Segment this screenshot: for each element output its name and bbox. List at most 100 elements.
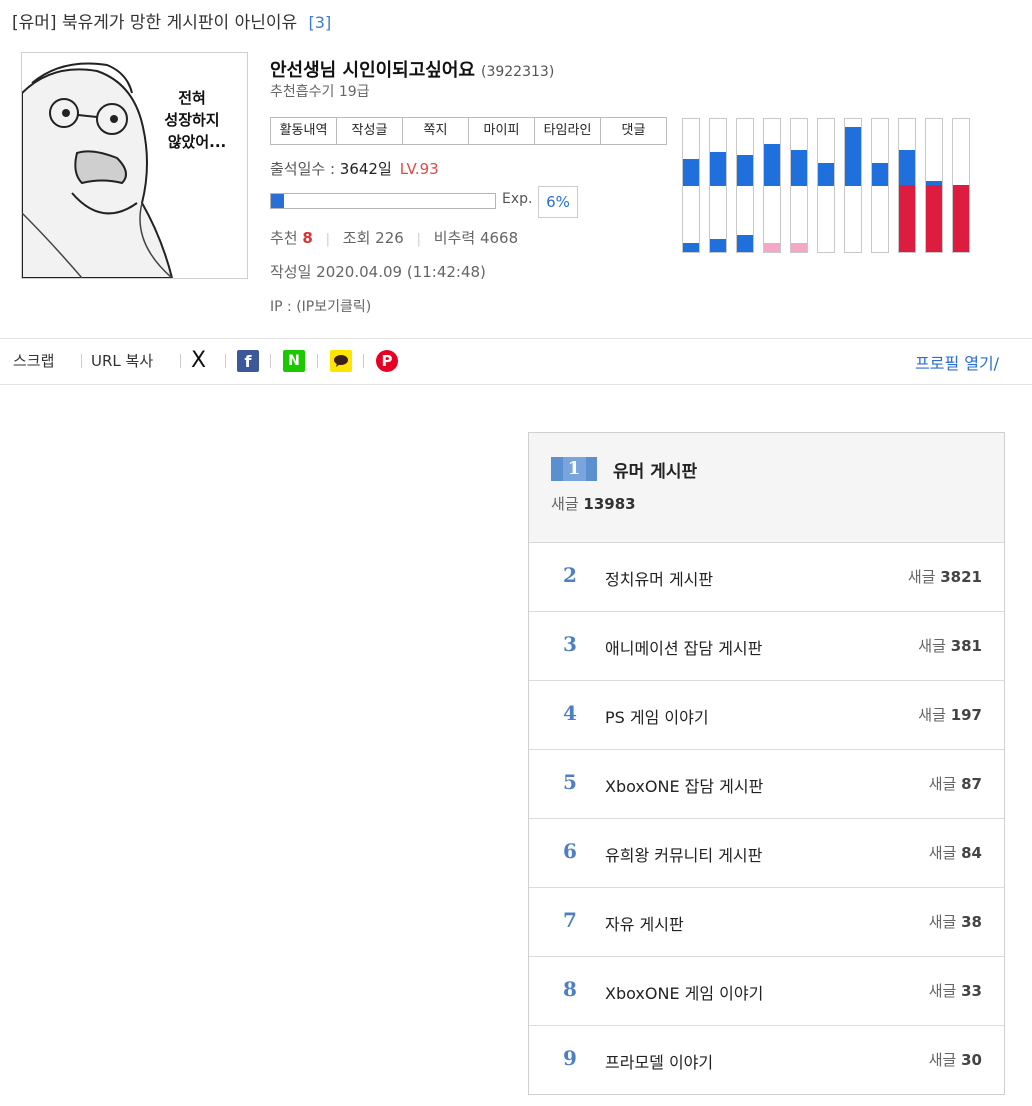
board-count-value: 3821 (940, 568, 982, 586)
board-name[interactable]: XboxONE 잡담 게시판 (605, 773, 763, 797)
url-copy-button[interactable]: URL 복사 (91, 350, 153, 371)
board-count-label: 새글 (907, 568, 936, 586)
board-count-value: 38 (961, 913, 982, 931)
x-share-icon[interactable]: X (191, 350, 213, 372)
board-rank: 9 (563, 1046, 577, 1070)
activity-column (817, 118, 835, 253)
board-new-count: 새글 30 (929, 1049, 982, 1070)
exp-percent: 6% (538, 186, 578, 218)
activity-column (763, 118, 781, 253)
activity-column (871, 118, 889, 253)
author-uid: (3922313) (481, 64, 555, 80)
board-row[interactable]: 8 XboxONE 게임 이야기 새글 33 (529, 957, 1004, 1026)
activity-bar (764, 144, 780, 186)
kakao-share-icon[interactable] (330, 350, 352, 372)
attendance: 출석일수 : 3642일 LV.93 (270, 158, 439, 179)
top-board-count: 새글 13983 (551, 493, 636, 514)
avatar-caption-line-2: 성장하지 (164, 111, 219, 129)
board-row[interactable]: 4 PS 게임 이야기 새글 197 (529, 681, 1004, 750)
board-name[interactable]: 프라모델 이야기 (605, 1049, 713, 1073)
board-count-value: 84 (961, 844, 982, 862)
activity-bar (683, 159, 699, 186)
activity-bar (872, 163, 888, 186)
board-name[interactable]: PS 게임 이야기 (605, 704, 709, 728)
post-ip[interactable]: IP : (IP보기클릭) (270, 296, 371, 316)
top-board-name[interactable]: 유머 게시판 (613, 457, 697, 482)
activity-bar (710, 239, 726, 252)
board-row[interactable]: 6 유희왕 커뮤니티 게시판 새글 84 (529, 819, 1004, 888)
pinterest-share-icon[interactable]: P (376, 350, 398, 372)
menu-comments[interactable]: 댓글 (601, 118, 666, 144)
top-board-count-label: 새글 (551, 495, 579, 513)
profile-open-link[interactable]: 프로필 열기/ (915, 350, 999, 374)
share-separator (270, 354, 271, 368)
board-rank: 8 (563, 977, 577, 1001)
recommend-label: 추천 (270, 229, 298, 247)
views-value: 226 (375, 229, 404, 247)
board-row[interactable]: 5 XboxONE 잡담 게시판 새글 87 (529, 750, 1004, 819)
board-count-label: 새글 (928, 1051, 957, 1069)
activity-column (898, 118, 916, 253)
avatar-caption-line-1: 전혀 (178, 89, 206, 107)
author-nickname[interactable]: 안선생님 시인이되고싶어요 (3922313) (270, 56, 554, 82)
post-title: [유머] 북유게가 망한 게시판이 아닌이유 [3] (12, 8, 331, 33)
activity-bar (899, 185, 915, 252)
menu-message[interactable]: 쪽지 (403, 118, 469, 144)
avatar[interactable]: 전혀 성장하지 않았어... (21, 52, 248, 279)
share-separator (81, 354, 82, 368)
scrap-button[interactable]: 스크랩 (13, 350, 54, 371)
board-new-count: 새글 197 (918, 704, 982, 725)
activity-bar (764, 243, 780, 252)
activity-column (925, 118, 943, 253)
activity-bar (953, 185, 969, 252)
board-name[interactable]: 자유 게시판 (605, 911, 684, 935)
recommend-value: 8 (302, 229, 313, 247)
rank-badge-number: 1 (562, 457, 586, 481)
board-ranking: 1 유머 게시판 새글 13983 2 정치유머 게시판 새글 3821 3 애니메이션… (528, 432, 1005, 1095)
profile-menu: 활동내역 작성글 쪽지 마이피 타임라인 댓글 (270, 117, 667, 145)
board-row[interactable]: 2 정치유머 게시판 새글 3821 (529, 543, 1004, 612)
board-row[interactable]: 9 프라모델 이야기 새글 30 (529, 1026, 1004, 1094)
author-nickname-text[interactable]: 안선생님 시인이되고싶어요 (270, 60, 475, 81)
naver-share-icon[interactable]: N (283, 350, 305, 372)
ratio-label: 비추력 (433, 229, 476, 247)
board-count-value: 197 (950, 706, 982, 724)
exp-progress-bar (270, 193, 496, 209)
comment-count[interactable]: [3] (309, 13, 332, 32)
board-rank: 4 (563, 701, 577, 725)
board-count-value: 30 (961, 1051, 982, 1069)
board-new-count: 새글 84 (929, 842, 982, 863)
board-name[interactable]: XboxONE 게임 이야기 (605, 980, 763, 1004)
board-count-label: 새글 (928, 775, 957, 793)
share-separator (225, 354, 226, 368)
rank-badge-1: 1 (551, 457, 597, 481)
share-toolbar: 스크랩 URL 복사 X f N P 프로필 열기/ (0, 338, 1032, 385)
facebook-share-icon[interactable]: f (237, 350, 259, 372)
board-row[interactable]: 7 자유 게시판 새글 38 (529, 888, 1004, 957)
board-row[interactable]: 3 애니메이션 잡담 게시판 새글 381 (529, 612, 1004, 681)
board-ranking-top[interactable]: 1 유머 게시판 새글 13983 (529, 433, 1004, 543)
activity-column (952, 118, 970, 253)
board-name[interactable]: 정치유머 게시판 (605, 566, 713, 590)
attendance-days: 3642일 (339, 160, 392, 178)
post-date: 작성일 2020.04.09 (11:42:48) (270, 263, 486, 281)
level-badge: LV.93 (399, 160, 439, 178)
board-count-label: 새글 (928, 913, 957, 931)
board-rank: 6 (563, 839, 577, 863)
stats-separator: | (325, 232, 330, 247)
activity-bar (737, 155, 753, 186)
activity-column (790, 118, 808, 253)
menu-timeline[interactable]: 타임라인 (535, 118, 601, 144)
activity-column (682, 118, 700, 253)
activity-bar (737, 235, 753, 252)
activity-column (709, 118, 727, 253)
exp-label: Exp. (502, 191, 533, 207)
menu-mypi[interactable]: 마이피 (469, 118, 535, 144)
menu-posts[interactable]: 작성글 (337, 118, 403, 144)
board-name[interactable]: 애니메이션 잡담 게시판 (605, 635, 762, 659)
board-new-count: 새글 381 (918, 635, 982, 656)
board-name[interactable]: 유희왕 커뮤니티 게시판 (605, 842, 762, 866)
menu-activity[interactable]: 활동내역 (271, 118, 337, 144)
board-count-label: 새글 (918, 637, 946, 655)
board-count-label: 새글 (928, 982, 957, 1000)
